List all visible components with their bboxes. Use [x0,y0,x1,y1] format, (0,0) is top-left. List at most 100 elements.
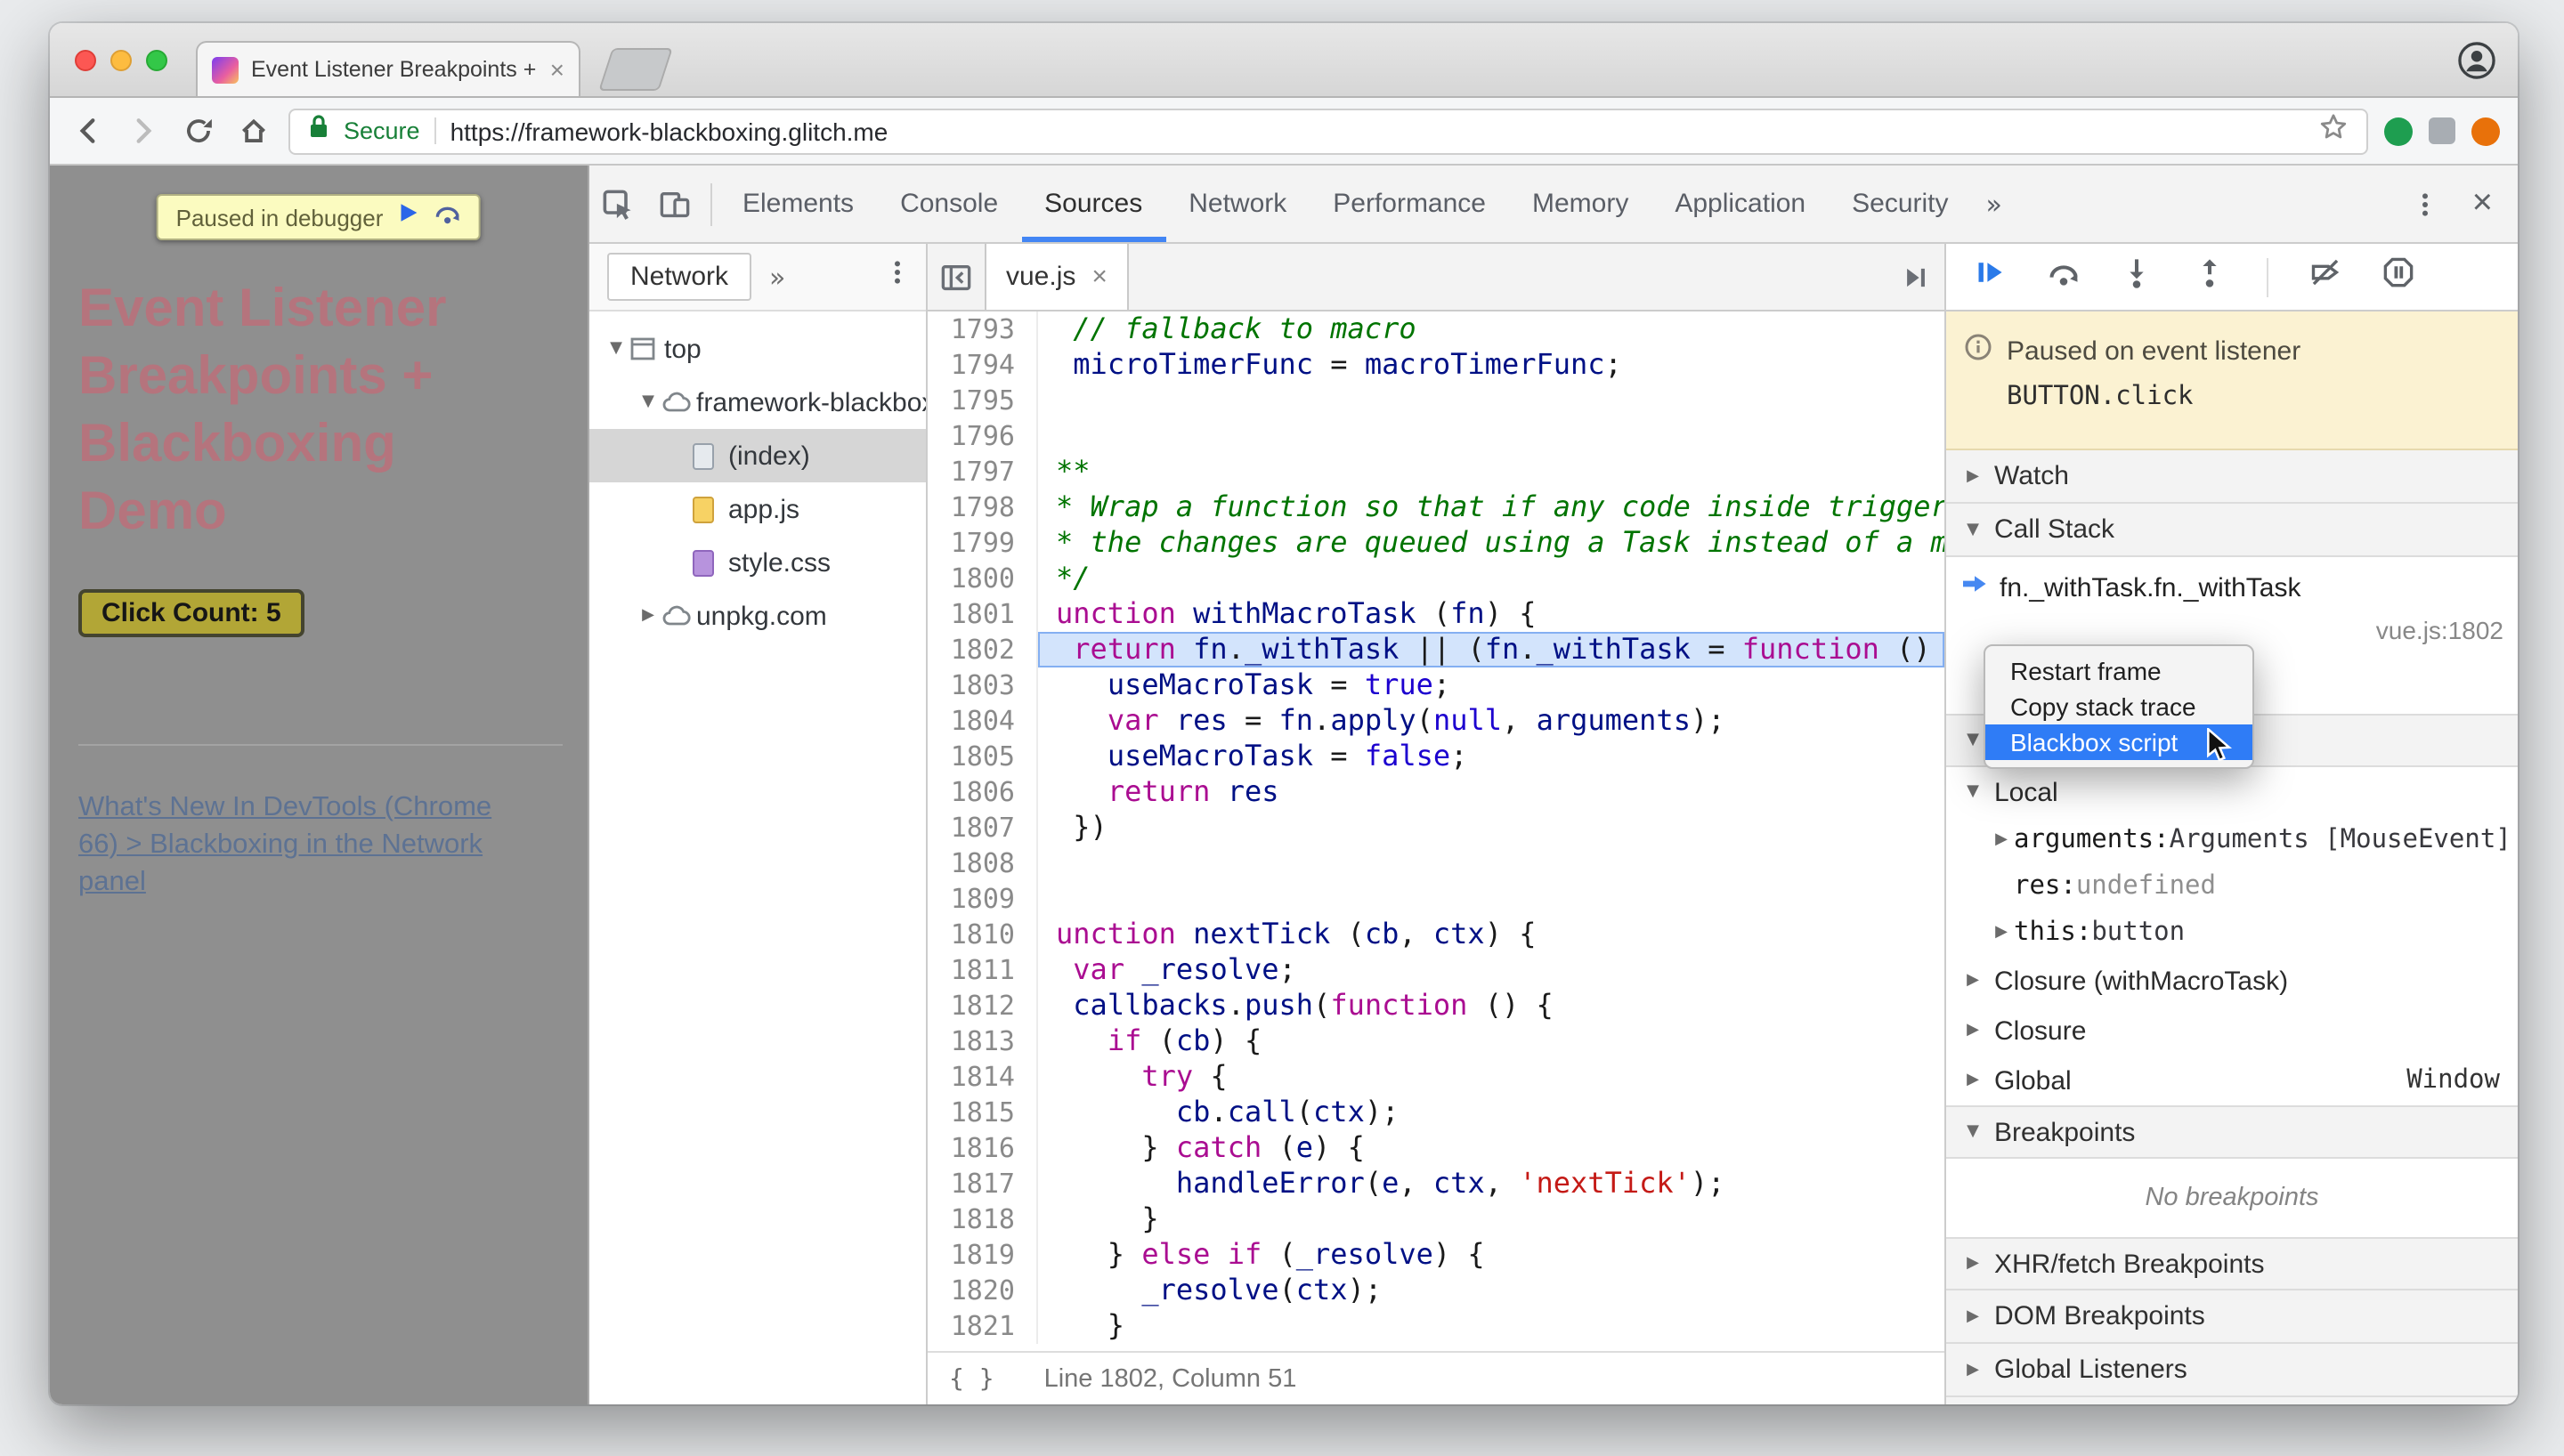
reload-icon[interactable] [178,111,217,150]
devtools-close-icon[interactable]: × [2462,183,2503,224]
global-listeners-disclosure-icon[interactable]: ▶ [1960,1361,1985,1379]
navigator-tab-network[interactable]: Network [607,253,752,301]
forward-icon[interactable] [123,111,162,150]
devtools-tab-console[interactable]: Console [877,166,1021,242]
code-text[interactable]: } catch (e) { [1038,1130,1944,1166]
code-text[interactable] [1038,418,1944,454]
code-text[interactable]: callbacks.push(function () { [1038,988,1944,1023]
scope-variable-res[interactable]: res: undefined [1946,863,2518,910]
scope-section-disclosure-icon[interactable]: ▼ [1960,783,1985,801]
line-number[interactable]: 1793 [928,311,1038,347]
navigator-item-style-css[interactable]: style.css [589,536,926,589]
editor-more-tabs-icon[interactable] [1898,261,1930,293]
code-text[interactable]: */ [1038,561,1944,596]
browser-menu-update-icon[interactable] [2471,117,2500,145]
code-text[interactable] [1038,881,1944,917]
line-number[interactable]: 1799 [928,525,1038,561]
section-watch[interactable]: ▶ Watch [1946,450,2518,504]
call-stack-disclosure-icon[interactable]: ▼ [1960,521,1985,538]
line-number[interactable]: 1803 [928,667,1038,703]
line-number[interactable]: 1817 [928,1166,1038,1201]
call-stack-frame[interactable]: fn._withTask.fn._withTask vue.js:1802 [1946,557,2518,657]
deactivate-breakpoints-icon[interactable] [2309,256,2341,297]
code-text[interactable]: useMacroTask = false; [1038,739,1944,774]
code-text[interactable]: unction withMacroTask (fn) { [1038,596,1944,632]
back-icon[interactable] [68,111,107,150]
scope-section-closure[interactable]: ▶ Closure [1946,1006,2518,1056]
code-text[interactable]: } else if (_resolve) { [1038,1237,1944,1273]
navigator-more-tabs-icon[interactable]: » [769,261,785,293]
step-into-icon[interactable] [2121,256,2153,297]
watch-disclosure-icon[interactable]: ▶ [1960,467,1985,485]
browser-tab[interactable]: Event Listener Breakpoints + B × [196,41,580,96]
tree-disclosure-icon[interactable]: ▶ [636,607,661,625]
new-tab-button[interactable] [598,48,673,91]
line-number[interactable]: 1811 [928,952,1038,988]
scope-variable-disclosure-icon[interactable]: ▶ [1989,924,2014,942]
line-number[interactable]: 1814 [928,1059,1038,1095]
xhr-disclosure-icon[interactable]: ▶ [1960,1255,1985,1273]
dom-disclosure-icon[interactable]: ▶ [1960,1307,1985,1325]
line-number[interactable]: 1818 [928,1201,1038,1237]
devtools-tab-elements[interactable]: Elements [719,166,877,242]
navigator-menu-icon[interactable] [883,258,912,295]
pause-on-exceptions-icon[interactable] [2382,256,2414,297]
profile-avatar-icon[interactable] [2457,41,2496,89]
step-out-icon[interactable] [2194,256,2226,297]
line-number[interactable]: 1806 [928,774,1038,810]
devtools-tab-performance[interactable]: Performance [1310,166,1509,242]
more-panels-icon[interactable]: » [1972,188,2016,220]
devtools-tab-application[interactable]: Application [1651,166,1829,242]
scope-variable-this[interactable]: ▶ this: button [1946,910,2518,956]
devtools-tab-sources[interactable]: Sources [1021,166,1165,242]
line-number[interactable]: 1813 [928,1023,1038,1059]
code-text[interactable]: }) [1038,810,1944,845]
whats-new-link[interactable]: What's New In DevTools (Chrome 66) > Bla… [78,789,502,901]
scope-section-local[interactable]: ▼ Local [1946,767,2518,817]
code-text[interactable] [1038,845,1944,881]
code-text[interactable]: * the changes are queued using a Task in… [1038,525,1944,561]
code-text[interactable]: // fallback to macro [1038,311,1944,347]
line-number[interactable]: 1802 [928,632,1038,667]
scope-section-disclosure-icon[interactable]: ▶ [1960,1072,1985,1089]
hide-navigator-icon[interactable] [940,261,972,293]
scope-disclosure-icon[interactable]: ▼ [1960,732,1985,749]
code-text[interactable]: unction nextTick (cb, ctx) { [1038,917,1944,952]
code-view[interactable]: 1793 // fallback to macro 1794 microTimer… [928,311,1944,1351]
tab-close-icon[interactable]: × [550,55,564,84]
banner-resume-icon[interactable] [397,201,420,233]
code-text[interactable] [1038,383,1944,418]
navigator-item-app-js[interactable]: app.js [589,482,926,536]
navigator-item-index[interactable]: (index) [589,429,926,482]
code-text[interactable]: _resolve(ctx); [1038,1273,1944,1308]
close-window-button[interactable] [75,50,96,71]
navigator-item-framework-blackboxing-glitch-me[interactable]: ▼ framework-blackboxing.glitch.me [589,376,926,429]
click-count-button[interactable]: Click Count: 5 [78,589,304,637]
tree-disclosure-icon[interactable]: ▼ [604,340,629,358]
breakpoints-disclosure-icon[interactable]: ▼ [1960,1123,1985,1141]
section-breakpoints[interactable]: ▼ Breakpoints [1946,1105,2518,1159]
code-text[interactable]: * Wrap a function so that if any code in… [1038,489,1944,525]
scope-section-global[interactable]: ▶ Global Window [1946,1056,2518,1105]
line-number[interactable]: 1804 [928,703,1038,739]
navigator-item-unpkg-com[interactable]: ▶ unpkg.com [589,589,926,643]
line-number[interactable]: 1807 [928,810,1038,845]
devtools-tab-network[interactable]: Network [1165,166,1310,242]
devtools-menu-icon[interactable] [2398,190,2454,218]
line-number[interactable]: 1812 [928,988,1038,1023]
editor-tab-vuejs[interactable]: vue.js × [985,244,1129,310]
code-text[interactable]: var _resolve; [1038,952,1944,988]
line-number[interactable]: 1808 [928,845,1038,881]
tree-disclosure-icon[interactable]: ▼ [636,393,661,411]
editor-tab-close-icon[interactable]: × [1091,262,1108,292]
address-bar[interactable]: Secure https://framework-blackboxing.gli… [288,108,2368,154]
device-toolbar-icon[interactable] [646,188,703,220]
line-number[interactable]: 1805 [928,739,1038,774]
section-xhr-breakpoints[interactable]: ▶ XHR/fetch Breakpoints [1946,1237,2518,1290]
line-number[interactable]: 1821 [928,1308,1038,1344]
line-number[interactable]: 1798 [928,489,1038,525]
code-text[interactable]: } [1038,1201,1944,1237]
line-number[interactable]: 1795 [928,383,1038,418]
section-event-listener-breakpoints[interactable]: ▼ Event Listener Breakpoints [1946,1397,2518,1404]
scope-section-disclosure-icon[interactable]: ▶ [1960,972,1985,990]
